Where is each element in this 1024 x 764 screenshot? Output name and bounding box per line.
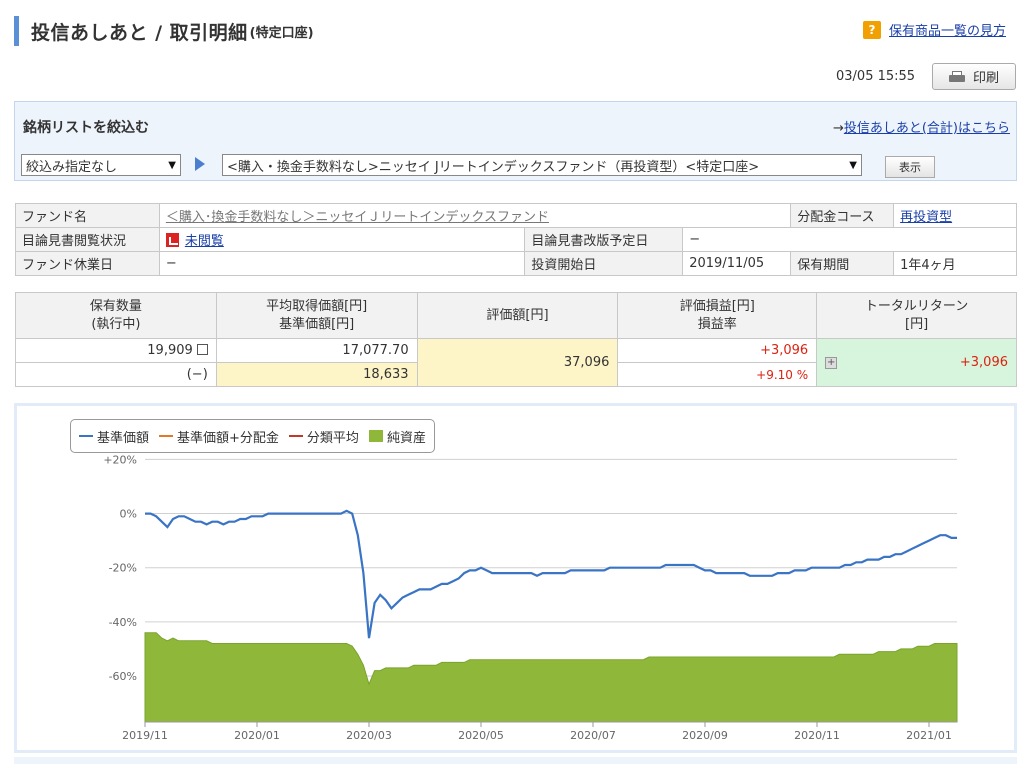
nav-line: [145, 509, 957, 639]
legend-swatch-line: [79, 435, 93, 437]
show-button[interactable]: 表示: [885, 156, 935, 178]
chevron-down-icon: ▼: [168, 159, 176, 171]
qty-cell: 19,909: [15, 338, 217, 363]
arrow-prefix: →: [832, 121, 844, 136]
y-tick-label: -60%: [109, 670, 137, 683]
period-value: 1年4ヶ月: [893, 251, 1017, 276]
closed-value: −: [158, 251, 526, 276]
total-return-header: トータルリターン [円]: [816, 292, 1017, 339]
filter-panel: 銘柄リストを絞込む →投信あしあと(合計)はこちら 絞込み指定なし ▼ <購入・…: [14, 101, 1017, 181]
filter-title: 銘柄リストを絞込む: [23, 120, 149, 136]
qty-checkbox[interactable]: [196, 344, 208, 355]
legend-label: 分類平均: [306, 430, 359, 446]
prospectus-link[interactable]: 未閲覧: [185, 234, 224, 249]
legend-label: 純資産: [386, 430, 426, 446]
pl-header: 評価損益[円] 損益率: [617, 292, 818, 339]
bottom-strip: [14, 757, 1017, 764]
total-link-text[interactable]: 投信あしあと(合計)はこちら: [844, 121, 1010, 136]
total-return-value: +3,096: [959, 355, 1008, 370]
arrow-right-icon: [195, 157, 205, 171]
start-label: 投資開始日: [524, 251, 684, 276]
legend-swatch-line: [288, 435, 303, 437]
course-label: 分配金コース: [790, 203, 895, 228]
x-tick-label: 2020/07: [570, 729, 616, 742]
pending-value: (−): [15, 362, 217, 387]
page-header: 投信あしあと / 取引明細 (特定口座): [14, 16, 314, 46]
course-link[interactable]: 再投資型: [900, 210, 952, 225]
legend-item[interactable]: 基準価額+分配金: [159, 427, 279, 446]
total-link[interactable]: →投信あしあと(合計)はこちら: [833, 117, 1010, 136]
qty-header: 保有数量 (執行中): [15, 292, 217, 339]
fund-info-table: ファンド名 ＜購入･換金手数料なし＞ニッセイＪリートインデックスファンド 分配金…: [15, 203, 1017, 276]
title-accent-bar: [14, 16, 19, 46]
pl-value: +3,096: [617, 338, 818, 363]
fund-name-link[interactable]: ＜購入･換金手数料なし＞ニッセイＪリートインデックスファンド: [166, 210, 549, 225]
fund-select[interactable]: <購入・換金手数料なし>ニッセイ Jリートインデックスファンド（再投資型）<特定…: [222, 154, 862, 176]
avg-cost-value: 17,077.70: [215, 338, 418, 363]
qty-value: 19,909: [147, 343, 193, 358]
performance-chart: +20% 0% -20% -40% -60% 2019/11 2020/01 2020/03 2…: [14, 403, 1017, 753]
page-title-sub: (特定口座): [249, 25, 314, 41]
y-tick-label: +20%: [103, 453, 137, 466]
fund-name-label: ファンド名: [15, 203, 160, 228]
question-icon: ?: [862, 20, 881, 39]
print-button[interactable]: 印刷: [932, 63, 1016, 90]
x-tick-label: 2020/05: [458, 729, 504, 742]
legend-item[interactable]: 純資産: [368, 427, 426, 446]
value-cell: 37,096: [416, 338, 619, 387]
legend-swatch-line: [159, 435, 174, 437]
pl-rate-value: +9.10 %: [617, 362, 818, 387]
filter-category-value: 絞込み指定なし: [26, 159, 118, 175]
revision-value: −: [682, 227, 1017, 252]
period-label: 保有期間: [790, 251, 895, 276]
legend-swatch-square: [368, 430, 383, 442]
chart-svg: +20% 0% -20% -40% -60% 2019/11 2020/01 2020/03 2…: [103, 453, 958, 742]
fund-select-value: <購入・換金手数料なし>ニッセイ Jリートインデックスファンド（再投資型）<特定…: [227, 159, 760, 175]
holding-table: 保有数量 (執行中) 平均取得価額[円] 基準価額[円] 評価額[円] 評価損益[円…: [15, 292, 1017, 387]
avg-header: 平均取得価額[円] 基準価額[円]: [215, 292, 418, 339]
print-label: 印刷: [972, 71, 999, 86]
expand-plus-icon[interactable]: +: [825, 357, 838, 369]
printer-icon: [948, 70, 965, 83]
filter-category-select[interactable]: 絞込み指定なし ▼: [21, 154, 181, 176]
x-tick-label: 2020/03: [346, 729, 392, 742]
x-tick-label: 2020/09: [682, 729, 728, 742]
timestamp: 03/05 15:55: [836, 69, 916, 84]
y-tick-label: 0%: [120, 508, 137, 521]
net-assets-area: [144, 632, 958, 723]
y-tick-label: -40%: [109, 616, 137, 629]
legend-item[interactable]: 分類平均: [288, 427, 359, 446]
nav-value: 18,633: [215, 362, 418, 387]
closed-label: ファンド休業日: [15, 251, 160, 276]
value-header: 評価額[円]: [416, 292, 619, 339]
category-average-line: [145, 510, 957, 639]
chart-legend: 基準価額 基準価額+分配金 分類平均 純資産: [70, 419, 435, 453]
total-return-cell: + +3,096: [816, 338, 1017, 387]
chevron-down-icon: ▼: [849, 159, 857, 171]
start-value: 2019/11/05: [682, 251, 792, 276]
page-title: 投信あしあと / 取引明細: [31, 21, 248, 44]
x-tick-label: 2020/01: [234, 729, 280, 742]
revision-label: 目論見書改版予定日: [524, 227, 684, 252]
legend-label: 基準価額: [97, 430, 150, 446]
help-link-text[interactable]: 保有商品一覧の見方: [889, 20, 1006, 39]
prospectus-label: 目論見書閲覧状況: [15, 227, 160, 252]
x-tick-label: 2019/11: [122, 729, 168, 742]
x-tick-label: 2020/11: [794, 729, 840, 742]
pdf-icon: [165, 233, 179, 247]
legend-label: 基準価額+分配金: [177, 430, 279, 446]
y-tick-label: -20%: [109, 562, 137, 575]
x-tick-label: 2021/01: [906, 729, 952, 742]
help-link[interactable]: ? 保有商品一覧の見方: [862, 20, 1006, 39]
legend-item[interactable]: 基準価額: [79, 427, 149, 446]
